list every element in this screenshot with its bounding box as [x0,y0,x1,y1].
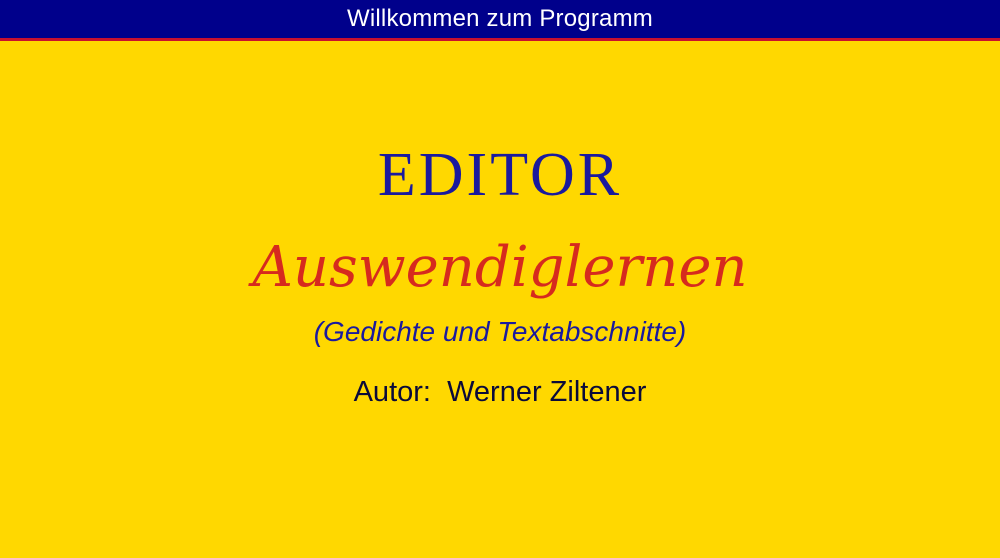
author-label: Autor: Werner Ziltener [353,376,647,408]
app-subheading: Auswendiglernen [252,235,748,300]
app-caption: (Gedichte und Textabschnitte) [313,316,687,347]
splash-screen: EDITOR Auswendiglernen (Gedichte und Tex… [0,44,1000,558]
title-bar: Willkommen zum Programm [0,0,1000,41]
window-title: Willkommen zum Programm [347,5,653,32]
app-heading: EDITOR [377,141,623,209]
